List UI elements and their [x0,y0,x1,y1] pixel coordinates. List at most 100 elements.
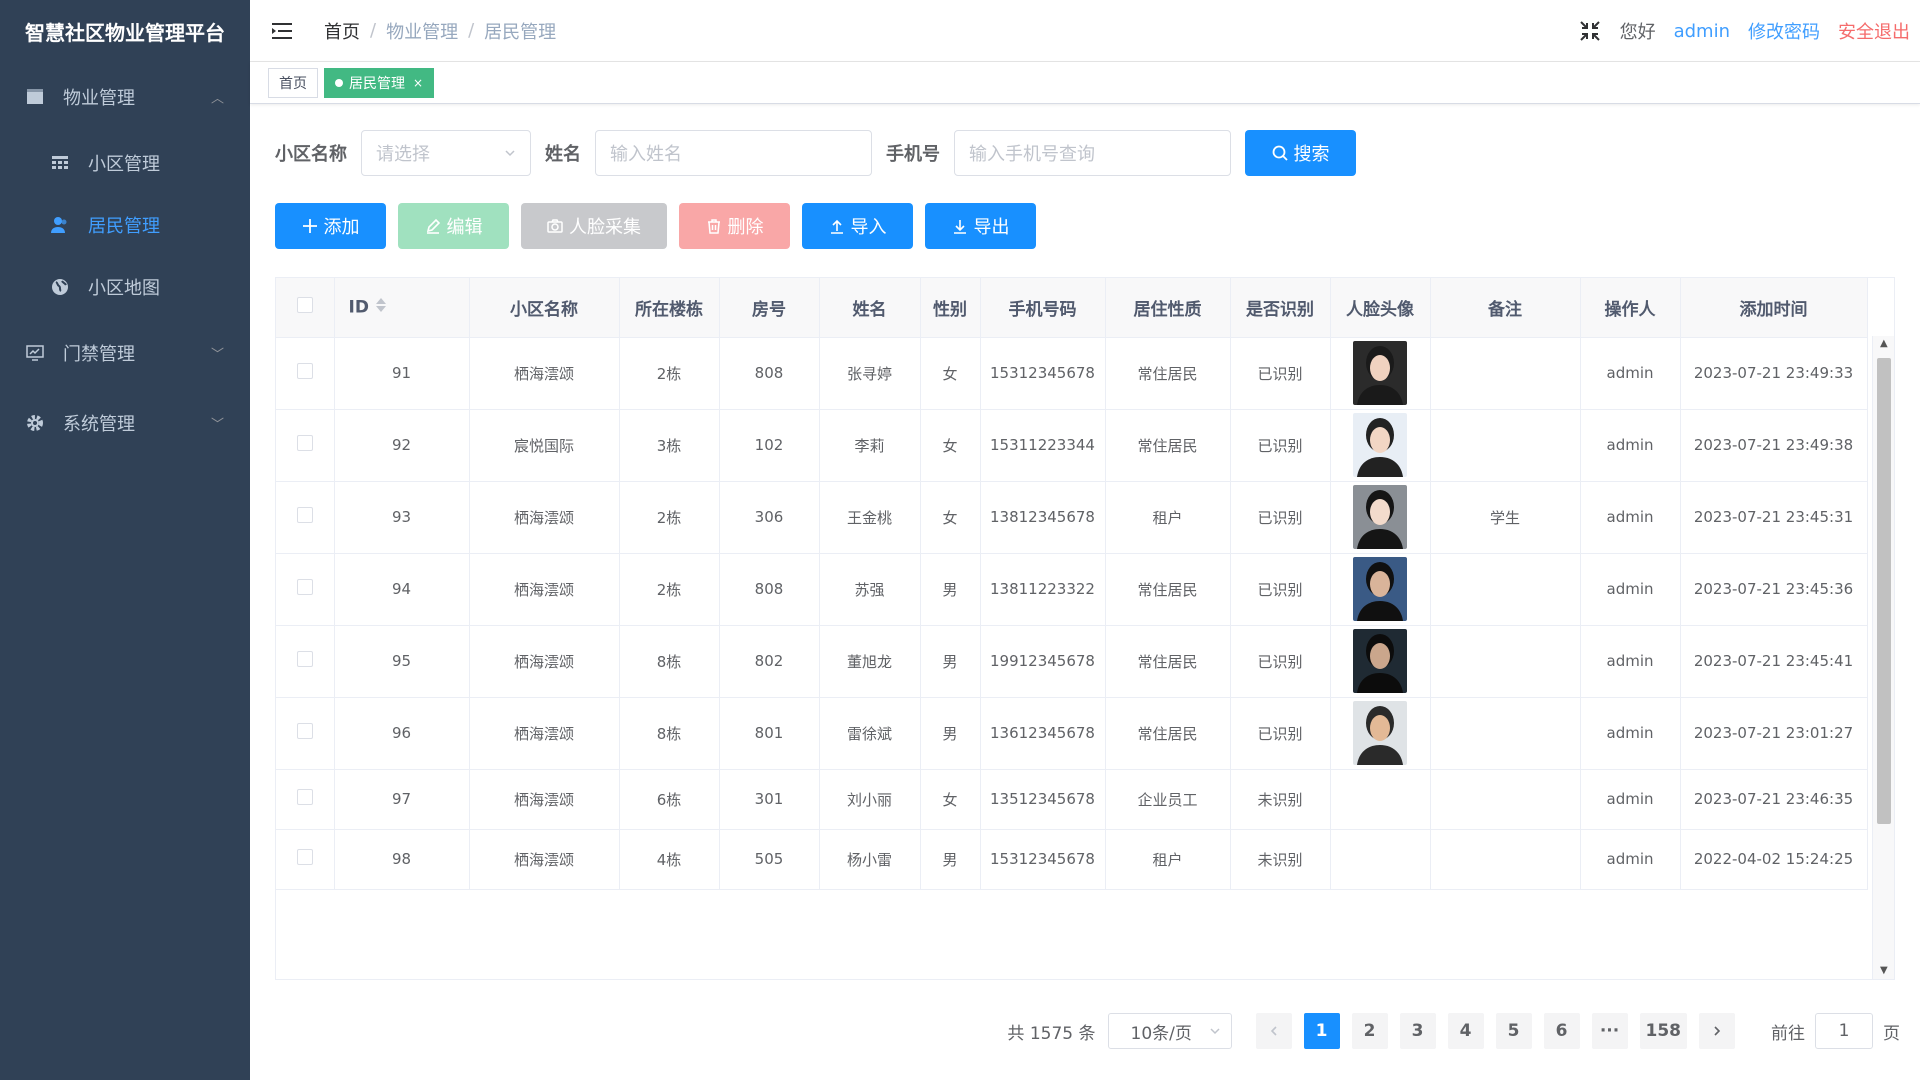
cell-building: 6栋 [619,769,720,830]
row-checkbox[interactable] [296,651,313,667]
face-avatar[interactable] [1353,557,1407,621]
change-password-link[interactable]: 修改密码 [1748,18,1820,44]
scrollbar-thumb[interactable] [1877,358,1891,824]
table-row[interactable]: 94 栖海澐颂 2栋 808 苏强男 13811223322 常住居民 已识别 admin 202… [276,553,1868,626]
table-row[interactable]: 91 栖海澐颂 2栋 808 张寻婷女 15312345678 常住居民 已识别 admin 20… [276,337,1868,410]
phone-input[interactable]: 输入手机号查询 [954,130,1231,176]
sidebar-item-community[interactable]: 小区管理 [0,132,250,194]
cell-note [1430,625,1581,698]
face-avatar[interactable] [1353,485,1407,549]
vertical-scrollbar[interactable]: ▲ ▼ [1872,336,1894,979]
sidebar-item-map[interactable]: 小区地图 [0,256,250,318]
chevron-up-icon: ︿ [210,91,224,107]
delete-button[interactable]: 删除 [679,203,790,249]
row-checkbox[interactable] [296,849,313,865]
cell-name: 苏强 [819,553,921,626]
sort-icon[interactable] [375,296,387,319]
breadcrumb-home[interactable]: 首页 [324,18,360,44]
cell-recognized: 已识别 [1230,697,1331,770]
cell-building: 2栋 [619,337,720,410]
menu-toggle-icon[interactable] [270,19,294,43]
table-row[interactable]: 98 栖海澐颂 4栋 505 杨小雷男 15312345678 租户 未识别 admin 2022… [276,829,1868,890]
export-button[interactable]: 导出 [925,203,1036,249]
table-row[interactable]: 93 栖海澐颂 2栋 306 王金桃女 13812345678 租户 已识别 学生 admin 20… [276,481,1868,554]
face-capture-button[interactable]: 人脸采集 [521,203,667,249]
cell-gender: 女 [920,409,981,482]
cell-id: 97 [334,769,470,830]
exit-fullscreen-icon[interactable] [1578,19,1602,43]
row-checkbox[interactable] [296,789,313,805]
breadcrumb-property: 物业管理 [386,21,459,43]
cell-name: 王金桃 [819,481,921,554]
page-button[interactable]: 158 [1639,1013,1687,1049]
prev-page-button[interactable] [1255,1013,1292,1049]
table-row[interactable]: 96 栖海澐颂 8栋 801 雷徐斌男 13612345678 常住居民 已识别 admin 20… [276,697,1868,770]
scroll-down-icon[interactable]: ▼ [1880,965,1888,976]
column-header: 姓名 [819,278,921,338]
table-row[interactable]: 97 栖海澐颂 6栋 301 刘小丽女 13512345678 企业员工 未识别 admin 20… [276,769,1868,830]
cell-note [1430,553,1581,626]
face-avatar[interactable] [1353,701,1407,765]
scroll-up-icon[interactable]: ▲ [1880,338,1888,349]
row-checkbox[interactable] [296,579,313,595]
app-root: 智慧社区物业管理平台 物业管理 ︿ 小区管理 居民管理 小区地图 门禁管理 ﹀ … [0,0,1920,1080]
goto-page-input[interactable] [1815,1013,1873,1049]
edit-button[interactable]: 编辑 [398,203,509,249]
face-avatar[interactable] [1353,341,1407,405]
row-checkbox[interactable] [296,435,313,451]
tag-label: 居民管理 [349,75,405,92]
column-header: 添加时间 [1680,278,1868,338]
camera-icon [547,219,563,233]
page-button[interactable]: 1 [1303,1013,1340,1049]
page-size-select[interactable]: 10条/页 [1107,1013,1232,1049]
row-checkbox[interactable] [296,363,313,379]
select-all-checkbox[interactable] [296,296,313,313]
cell-note [1430,769,1581,830]
cell-room: 808 [719,337,820,410]
import-button-label: 导入 [850,217,887,237]
logout-link[interactable]: 安全退出 [1838,18,1910,44]
column-header: 操作人 [1580,278,1681,338]
cell-type: 常住居民 [1105,697,1231,770]
tag-residents[interactable]: 居民管理 × [324,67,435,98]
sidebar-group-system[interactable]: 系统管理 ﹀ [0,388,250,458]
row-checkbox[interactable] [296,723,313,739]
chevron-down-icon [505,150,515,157]
name-label: 姓名 [545,144,581,165]
cell-note [1430,829,1581,890]
sidebar-item-residents[interactable]: 居民管理 [0,194,250,256]
page-button[interactable]: 3 [1399,1013,1436,1049]
cell-room: 802 [719,625,820,698]
cell-building: 3栋 [619,409,720,482]
cell-operator: admin [1580,829,1681,890]
page-button[interactable]: 4 [1447,1013,1484,1049]
face-avatar[interactable] [1353,629,1407,693]
cell-operator: admin [1580,481,1681,554]
cell-building: 2栋 [619,481,720,554]
table-row[interactable]: 92 宸悦国际 3栋 102 李莉女 15311223344 常住居民 已识别 admin 202… [276,409,1868,482]
row-checkbox[interactable] [296,507,313,523]
table-row[interactable]: 95 栖海澐颂 8栋 802 董旭龙男 19912345678 常住居民 已识别 admin 20… [276,625,1868,698]
more-pages-button[interactable]: ··· [1591,1013,1628,1049]
tag-home[interactable]: 首页 [268,67,318,98]
search-button[interactable]: 搜索 [1245,130,1356,176]
phone-label: 手机号 [886,144,940,165]
add-button[interactable]: 添加 [275,203,386,249]
column-header[interactable]: ID [334,278,470,338]
import-button[interactable]: 导入 [802,203,913,249]
cell-time: 2023-07-21 23:01:27 [1680,697,1868,770]
sidebar-group-access[interactable]: 门禁管理 ﹀ [0,318,250,388]
page-button[interactable]: 2 [1351,1013,1388,1049]
next-page-button[interactable] [1699,1013,1735,1049]
cell-room: 808 [719,553,820,626]
page-button[interactable]: 5 [1495,1013,1532,1049]
face-avatar[interactable] [1353,413,1407,477]
sidebar-group-property[interactable]: 物业管理 ︿ [0,62,250,132]
community-select[interactable]: 请选择 [361,130,531,176]
cell-name: 董旭龙 [819,625,921,698]
user-link[interactable]: admin [1674,21,1730,42]
close-icon[interactable]: × [413,76,423,90]
name-input[interactable]: 输入姓名 [595,130,872,176]
cell-type: 企业员工 [1105,769,1231,830]
page-button[interactable]: 6 [1543,1013,1580,1049]
